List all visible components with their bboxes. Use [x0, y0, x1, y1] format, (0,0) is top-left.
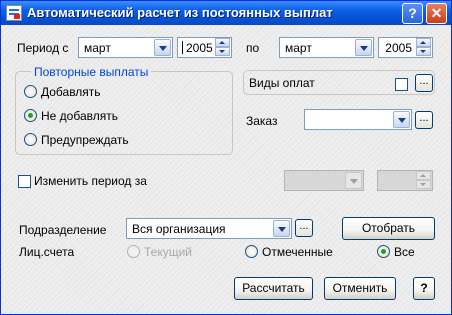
spin-up-icon[interactable]	[215, 38, 230, 47]
to-year-spinner[interactable]: 2005	[378, 37, 433, 58]
radio-warn-label[interactable]: Предупреждать	[41, 133, 129, 147]
radio-current[interactable]	[127, 245, 140, 258]
title-help-button[interactable]: ?	[402, 3, 423, 24]
radio-dont-add-label[interactable]: Не добавлять	[41, 109, 118, 123]
select-button[interactable]: Отобрать	[342, 217, 435, 240]
change-period-year-spinner[interactable]	[377, 170, 433, 191]
chevron-down-icon[interactable]	[273, 220, 290, 237]
payment-types-browse-button[interactable]: ...	[415, 74, 433, 92]
repeat-payments-title: Повторные выплаты	[31, 65, 152, 79]
accounts-label: Лиц.счета	[19, 245, 75, 259]
radio-all-label[interactable]: Все	[394, 245, 415, 259]
spin-up-icon[interactable]	[416, 171, 431, 180]
cancel-button[interactable]: Отменить	[324, 277, 396, 300]
radio-add[interactable]	[24, 85, 37, 98]
to-month-value: март	[285, 41, 312, 55]
radio-warn[interactable]	[24, 133, 37, 146]
to-year-value: 2005	[385, 41, 412, 55]
chevron-down-icon[interactable]	[355, 39, 372, 56]
payment-types-checkbox[interactable]	[395, 78, 408, 91]
spin-down-icon[interactable]	[416, 180, 431, 189]
radio-add-label[interactable]: Добавлять	[41, 85, 101, 99]
spin-down-icon[interactable]	[416, 47, 431, 56]
close-button[interactable]: ✕	[426, 3, 447, 24]
dialog-window: Автоматический расчет из постоянных выпл…	[0, 0, 452, 315]
radio-marked-label[interactable]: Отмеченные	[262, 245, 333, 259]
change-period-label[interactable]: Изменить период за	[34, 174, 147, 188]
from-year-value: 2005	[186, 41, 213, 55]
window-title: Автоматический расчет из постоянных выпл…	[27, 5, 333, 20]
spin-down-icon[interactable]	[215, 47, 230, 56]
department-browse-button[interactable]: ...	[295, 219, 313, 237]
spin-up-icon[interactable]	[416, 38, 431, 47]
app-icon	[6, 5, 22, 21]
chevron-down-icon[interactable]	[393, 111, 410, 128]
payment-types-label: Виды оплат	[249, 76, 315, 90]
from-month-select[interactable]: март	[78, 37, 173, 58]
department-select[interactable]: Вся организация	[126, 218, 292, 239]
from-year-spinner[interactable]: 2005	[177, 37, 232, 58]
department-value: Вся организация	[132, 222, 226, 236]
change-period-checkbox[interactable]	[18, 175, 31, 188]
order-select[interactable]	[304, 109, 412, 130]
change-period-month-select[interactable]	[284, 170, 364, 191]
help-button[interactable]: ?	[413, 277, 435, 300]
calculate-button[interactable]: Рассчитать	[234, 277, 313, 300]
order-browse-button[interactable]: ...	[415, 111, 433, 129]
text-caret	[182, 41, 183, 54]
radio-dont-add[interactable]	[24, 109, 37, 122]
department-label: Подразделение	[19, 223, 107, 237]
title-bar: Автоматический расчет из постоянных выпл…	[1, 1, 451, 25]
radio-all[interactable]	[377, 245, 390, 258]
order-label: Заказ	[246, 114, 278, 128]
from-month-value: март	[84, 41, 111, 55]
period-to-label: по	[246, 41, 260, 55]
to-month-select[interactable]: март	[279, 37, 374, 58]
chevron-down-icon[interactable]	[345, 172, 362, 189]
radio-marked[interactable]	[245, 245, 258, 258]
period-from-label: Период с	[17, 41, 69, 55]
radio-current-label[interactable]: Текущий	[144, 245, 192, 259]
chevron-down-icon[interactable]	[154, 39, 171, 56]
